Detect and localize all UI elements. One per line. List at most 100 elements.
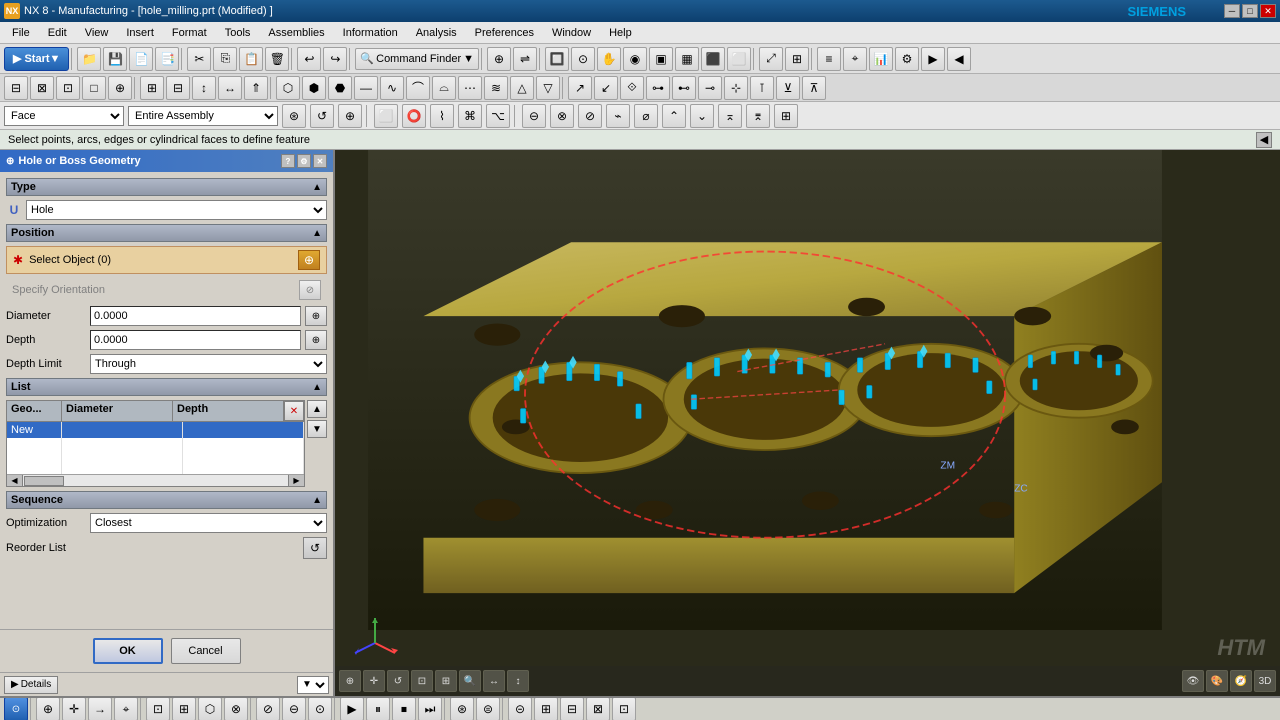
tb2-btn10[interactable]: ⇑ [244, 76, 268, 100]
reorder-list-button[interactable]: ↺ [303, 537, 327, 559]
filter-type-select[interactable]: Face [4, 106, 124, 126]
filter-reset-btn[interactable]: ↺ [310, 104, 334, 128]
taskbar-btn7[interactable]: ⬡ [198, 697, 222, 720]
save-button[interactable]: 💾 [103, 47, 127, 71]
filter-apply-btn[interactable]: ⊛ [282, 104, 306, 128]
hidden-btn[interactable]: ▦ [675, 47, 699, 71]
wcs-btn[interactable]: ⌖ [843, 47, 867, 71]
vp-3d-btn[interactable]: 3D [1254, 670, 1276, 692]
redo-button[interactable]: ↪ [323, 47, 347, 71]
taskbar-btn18[interactable]: ⊝ [508, 697, 532, 720]
close-button[interactable]: ✕ [1260, 4, 1276, 18]
tb2-btn23[interactable]: ↙ [594, 76, 618, 100]
tb-extra3[interactable]: ▶ [921, 47, 945, 71]
tb2-btn13[interactable]: ⬣ [328, 76, 352, 100]
fit-btn[interactable]: ⤢ [759, 47, 783, 71]
tb-btn4[interactable]: 📑 [155, 47, 179, 71]
analysis-btn[interactable]: 📊 [869, 47, 893, 71]
taskbar-btn1[interactable]: ⊕ [36, 697, 60, 720]
list-row[interactable]: New [7, 422, 304, 438]
tb2-btn7[interactable]: ⊟ [166, 76, 190, 100]
copy-button[interactable]: ⎘ [213, 47, 237, 71]
taskbar-btn19[interactable]: ⊞ [534, 697, 558, 720]
dialog-close-button[interactable]: ✕ [313, 154, 327, 168]
vp-move-btn[interactable]: ✛ [363, 670, 385, 692]
list-nav-up-button[interactable]: ▲ [307, 400, 327, 418]
tb2-btn4[interactable]: □ [82, 76, 106, 100]
tb2-btn26[interactable]: ⊷ [672, 76, 696, 100]
layer-settings-btn[interactable]: ⊼ [802, 76, 826, 100]
depth-limit-dropdown[interactable]: Through [90, 354, 327, 374]
menu-format[interactable]: Format [164, 25, 215, 41]
tb2-btn5[interactable]: ⊕ [108, 76, 132, 100]
vp-extra3[interactable]: ↕ [507, 670, 529, 692]
filter-extra6[interactable]: ⌀ [634, 104, 658, 128]
taskbar-btn13[interactable]: ⏸ [366, 697, 390, 720]
menu-assemblies[interactable]: Assemblies [260, 25, 332, 41]
position-section-header[interactable]: Position ▲ [6, 224, 327, 242]
tb2-btn18[interactable]: ⋯ [458, 76, 482, 100]
tb2-btn2[interactable]: ⊠ [30, 76, 54, 100]
wireframe-btn[interactable]: ▣ [649, 47, 673, 71]
tb2-btn9[interactable]: ↔ [218, 76, 242, 100]
filter-extra4[interactable]: ⊘ [578, 104, 602, 128]
tb2-btn17[interactable]: ⌓ [432, 76, 456, 100]
filter-extra3[interactable]: ⊗ [550, 104, 574, 128]
filter-extra9[interactable]: ⌅ [718, 104, 742, 128]
optimization-dropdown[interactable]: Closest [90, 513, 327, 533]
tb-btn3[interactable]: 📄 [129, 47, 153, 71]
taskbar-btn21[interactable]: ⊠ [586, 697, 610, 720]
vp-rotate-btn[interactable]: ↺ [387, 670, 409, 692]
filter-extra8[interactable]: ⌄ [690, 104, 714, 128]
tb2-btn6[interactable]: ⊞ [140, 76, 164, 100]
filter-extra2[interactable]: ⊖ [522, 104, 546, 128]
taskbar-btn14[interactable]: ⏹ [392, 697, 416, 720]
ok-button[interactable]: OK [93, 638, 163, 664]
menu-information[interactable]: Information [335, 25, 406, 41]
tb2-btn3[interactable]: ⊡ [56, 76, 80, 100]
tb2-btn11[interactable]: ⬡ [276, 76, 300, 100]
minimize-button[interactable]: ─ [1224, 4, 1240, 18]
tb-btn-a[interactable]: ⇌ [513, 47, 537, 71]
zoom-btn[interactable]: 🔲 [545, 47, 569, 71]
tb2-btn21[interactable]: ▽ [536, 76, 560, 100]
maximize-button[interactable]: □ [1242, 4, 1258, 18]
tb-extra1[interactable]: ⊞ [785, 47, 809, 71]
select-object-button[interactable]: ⊕ [298, 250, 320, 270]
details-button[interactable]: ▶ Details [4, 676, 58, 694]
menu-tools[interactable]: Tools [217, 25, 259, 41]
list-delete-button[interactable]: ✕ [284, 401, 304, 421]
pan-btn[interactable]: ✋ [597, 47, 621, 71]
vp-zoom-btn[interactable]: 🔍 [459, 670, 481, 692]
diameter-btn[interactable]: ⊕ [305, 306, 327, 326]
menu-help[interactable]: Help [601, 25, 640, 41]
dialog-settings-button[interactable]: ⚙ [297, 154, 311, 168]
filter-extra5[interactable]: ⌁ [606, 104, 630, 128]
filter-paint-btn[interactable]: ⌘ [458, 104, 482, 128]
list-nav-down-button[interactable]: ▼ [307, 420, 327, 438]
scroll-left-btn[interactable]: ◀ [7, 475, 23, 487]
vp-nav-btn[interactable]: 🧭 [1230, 670, 1252, 692]
menu-view[interactable]: View [77, 25, 117, 41]
scroll-thumb[interactable] [24, 476, 64, 486]
tb2-btn19[interactable]: ≋ [484, 76, 508, 100]
depth-input[interactable] [90, 330, 301, 350]
select-btn[interactable]: ⬛ [701, 47, 725, 71]
taskbar-btn22[interactable]: ⊡ [612, 697, 636, 720]
tb2-btn25[interactable]: ⊶ [646, 76, 670, 100]
filter-circle-btn[interactable]: ⭕ [402, 104, 426, 128]
taskbar-btn15[interactable]: ⏭ [418, 697, 442, 720]
taskbar-btn3[interactable]: → [88, 697, 112, 720]
menu-analysis[interactable]: Analysis [408, 25, 465, 41]
taskbar-btn12[interactable]: ▶ [340, 697, 364, 720]
taskbar-btn20[interactable]: ⊟ [560, 697, 584, 720]
depth-btn[interactable]: ⊕ [305, 330, 327, 350]
cancel-button[interactable]: Cancel [171, 638, 241, 664]
menu-edit[interactable]: Edit [40, 25, 75, 41]
menu-file[interactable]: File [4, 25, 38, 41]
filter-scope-select[interactable]: Entire Assembly [128, 106, 278, 126]
sequence-section-header[interactable]: Sequence ▲ [6, 491, 327, 509]
taskbar-btn9[interactable]: ⊘ [256, 697, 280, 720]
rotate-btn[interactable]: ⊙ [571, 47, 595, 71]
shading-btn[interactable]: ◉ [623, 47, 647, 71]
